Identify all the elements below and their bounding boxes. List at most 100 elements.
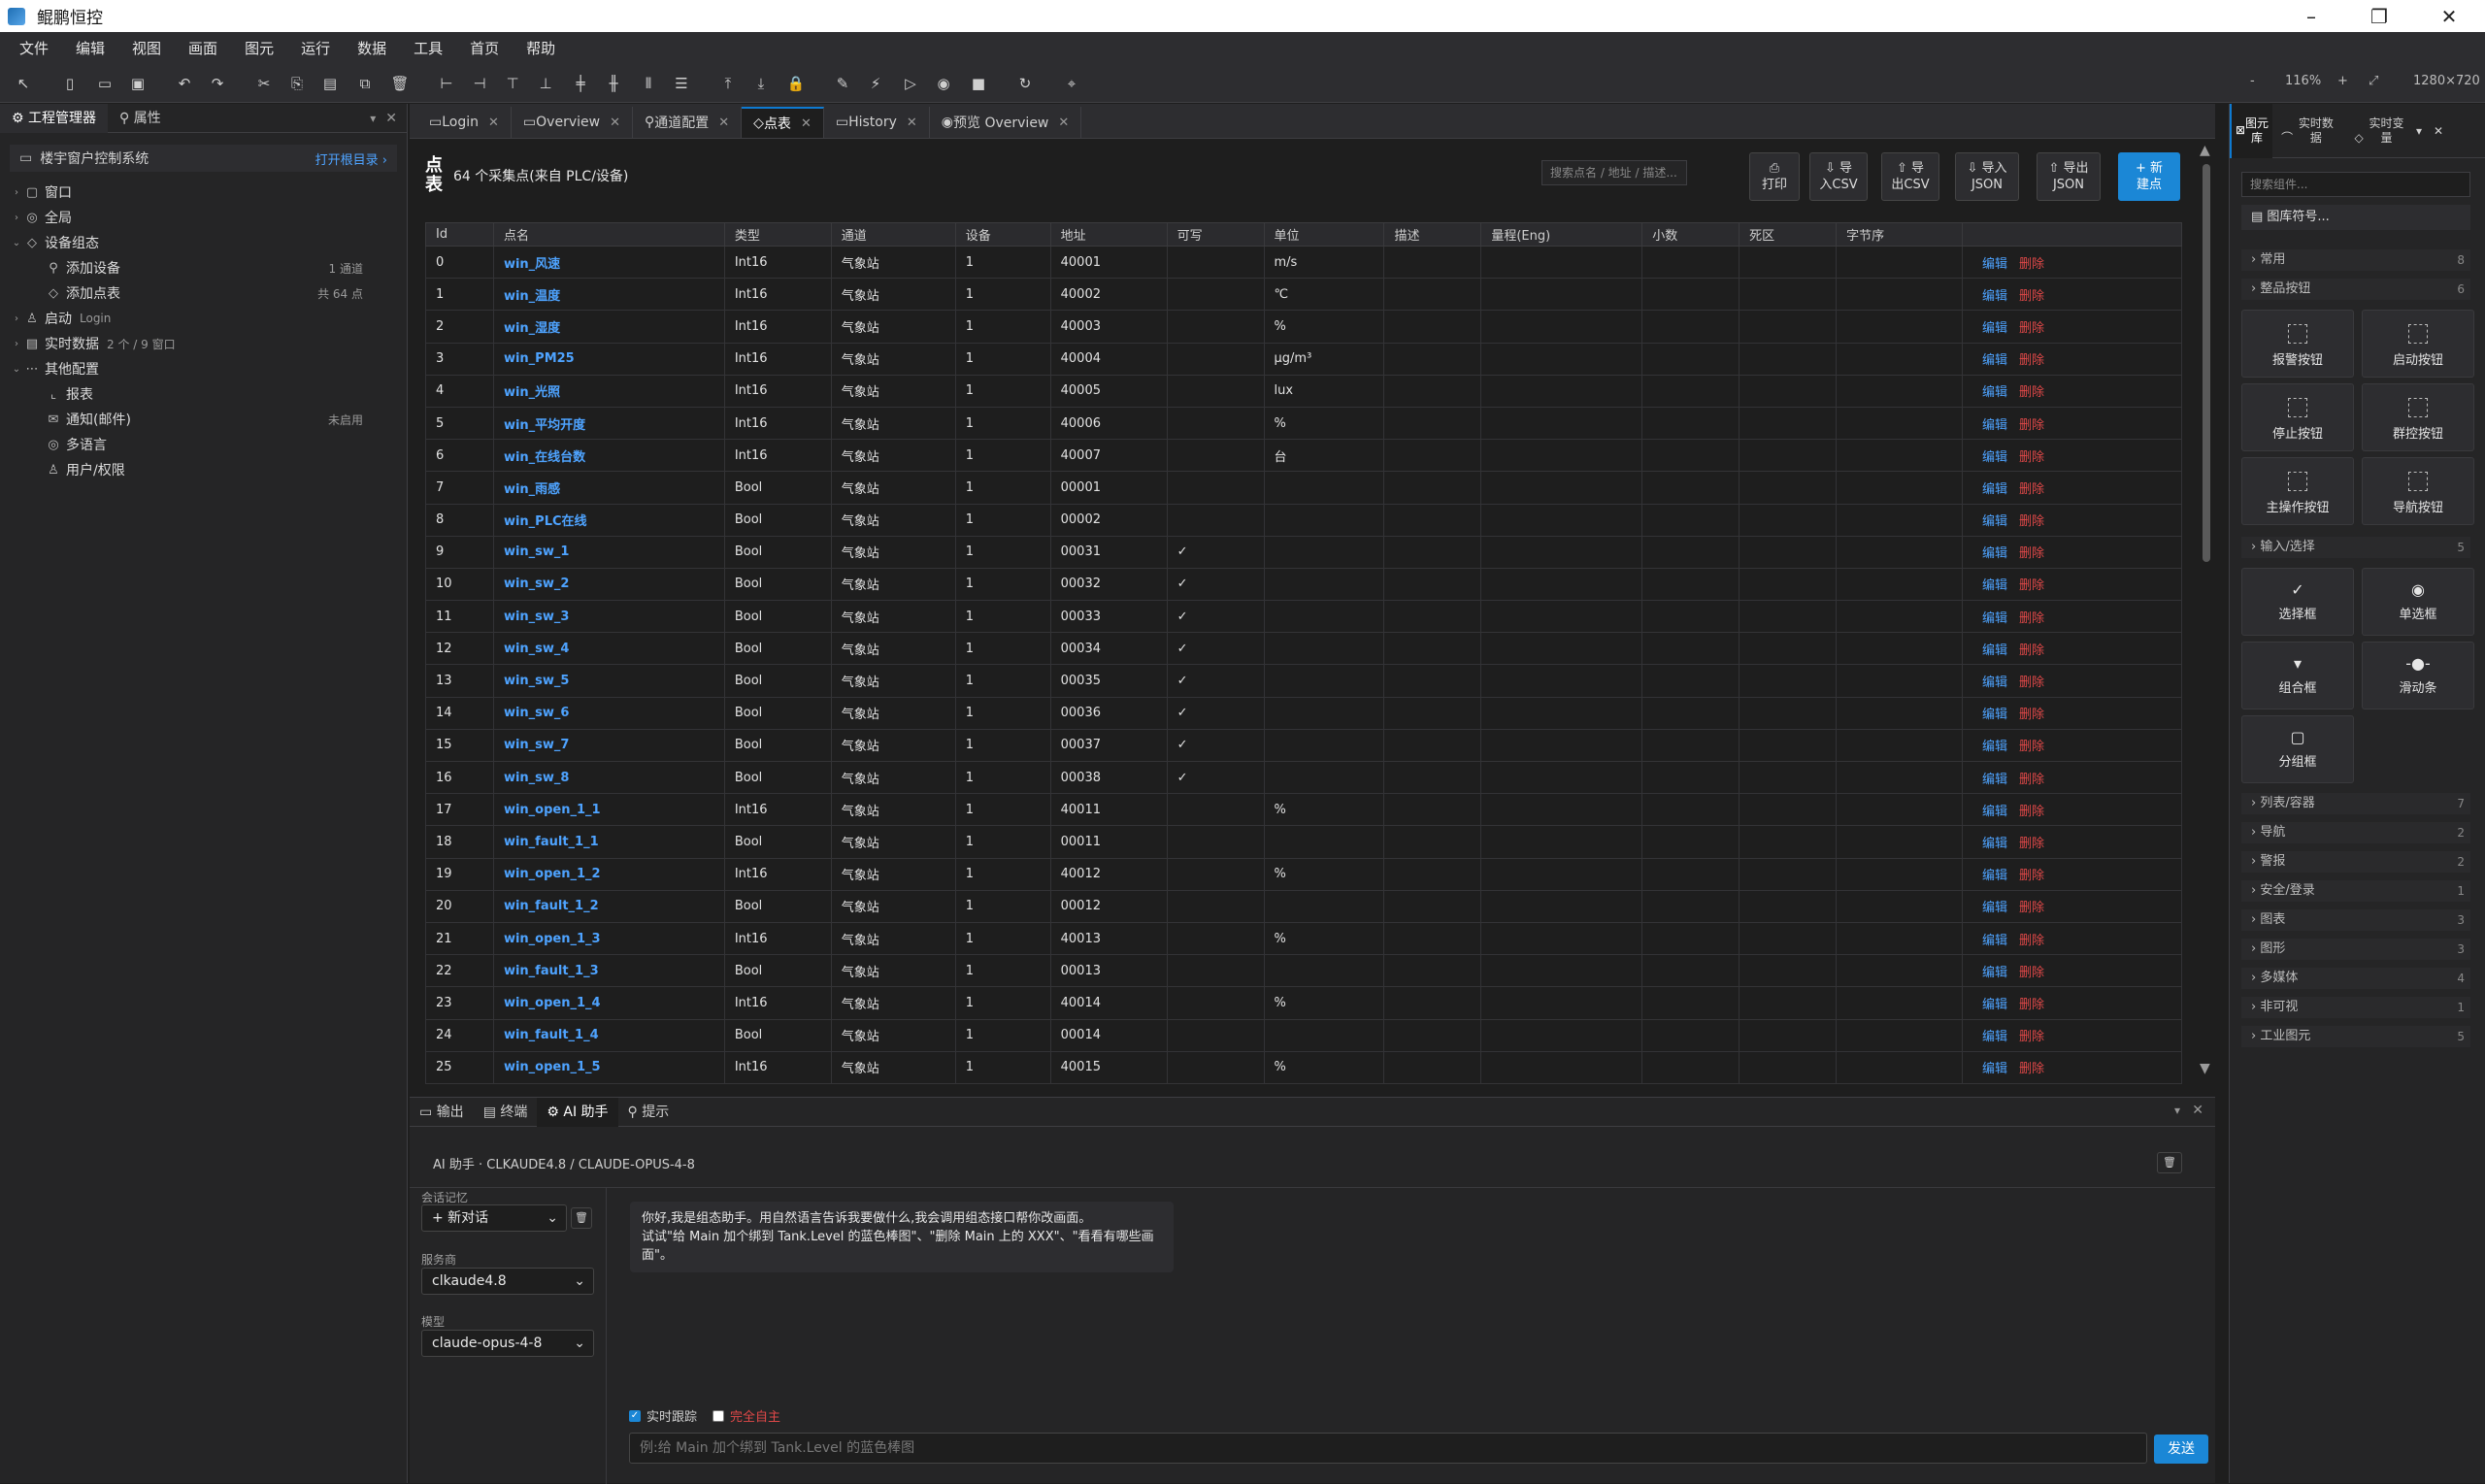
component-tile[interactable]: -●- 滑动条 <box>2362 642 2474 709</box>
point-name-link[interactable]: win_fault_1_4 <box>492 1018 725 1052</box>
menu-item[interactable]: 工具 <box>400 38 456 58</box>
edit-link[interactable]: 编辑 <box>1982 611 2007 626</box>
edit-link[interactable]: 编辑 <box>1982 1030 2007 1044</box>
column-header[interactable]: 地址 <box>1049 222 1168 247</box>
edit-link[interactable]: 编辑 <box>1982 514 2007 529</box>
tree-item[interactable]: › ♙ 启动 Login <box>0 306 407 331</box>
model-select[interactable]: claude-opus-4-8 ⌄ <box>421 1330 594 1357</box>
component-tile[interactable]: 群控按钮 <box>2362 383 2474 451</box>
category-header[interactable]: › 列表/容器 7 <box>2241 793 2470 814</box>
toolbar-button[interactable]: ⎙ 打印 <box>1749 152 1800 201</box>
distribute-h-icon[interactable]: ⫴ <box>637 72 660 95</box>
align-middle-icon[interactable]: ╫ <box>602 72 625 95</box>
edit-link[interactable]: 编辑 <box>1982 805 2007 819</box>
close-icon[interactable]: ✕ <box>610 115 620 130</box>
lock-icon[interactable]: 🔒 <box>784 72 808 95</box>
stop-icon[interactable]: ■ <box>967 72 990 95</box>
category-header[interactable]: › 安全/登录 1 <box>2241 880 2470 902</box>
column-header[interactable]: 类型 <box>723 222 832 247</box>
point-name-link[interactable]: win_sw_5 <box>492 664 725 698</box>
column-header[interactable]: 小数 <box>1641 222 1740 247</box>
edit-link[interactable]: 编辑 <box>1982 546 2007 561</box>
zoom-out-button[interactable]: - <box>2250 74 2255 88</box>
edit-link[interactable]: 编辑 <box>1982 901 2007 915</box>
table-row[interactable]: 22 win_fault_1_3 Bool 气象站 1 00013 编辑 删除 <box>425 954 2182 988</box>
tab-document[interactable]: ◇ 点表 ✕ <box>742 107 824 138</box>
edit-link[interactable]: 编辑 <box>1982 869 2007 883</box>
point-name-link[interactable]: win_平均开度 <box>492 406 725 441</box>
table-row[interactable]: 2 win_湿度 Int16 气象站 1 40003% 编辑 删除 <box>425 310 2182 344</box>
table-row[interactable]: 8 win_PLC在线 Bool 气象站 1 00002 编辑 删除 <box>425 503 2182 537</box>
edit-link[interactable]: 编辑 <box>1982 708 2007 722</box>
tab-bottom[interactable]: ▤ 终端 <box>474 1098 538 1127</box>
symbol-library-button[interactable]: ▤ 图库符号... <box>2241 205 2470 230</box>
table-row[interactable]: 23 win_open_1_4 Int16 气象站 1 40014% 编辑 删除 <box>425 986 2182 1020</box>
fit-screen-icon[interactable]: ⤢ <box>2369 74 2378 88</box>
point-name-link[interactable]: win_湿度 <box>492 310 725 344</box>
category-header[interactable]: › 非可视 1 <box>2241 997 2470 1018</box>
edit-link[interactable]: 编辑 <box>1982 353 2007 368</box>
column-header[interactable]: Id <box>425 222 494 247</box>
send-back-icon[interactable]: ⤓ <box>749 72 773 95</box>
cut-icon[interactable]: ✂ <box>252 72 276 95</box>
location-icon[interactable]: ⌖ <box>1060 72 1083 95</box>
new-file-icon[interactable]: ▯ <box>58 72 82 95</box>
category-header[interactable]: › 导航 2 <box>2241 822 2470 843</box>
column-header[interactable]: 设备 <box>954 222 1051 247</box>
delete-link[interactable]: 删除 <box>2019 321 2044 336</box>
delete-link[interactable]: 删除 <box>2019 1062 2044 1076</box>
point-name-link[interactable]: win_open_1_2 <box>492 857 725 891</box>
tree-item[interactable]: ⌄ ⋯ 其他配置 <box>0 356 407 381</box>
category-header[interactable]: › 警报 2 <box>2241 851 2470 873</box>
point-name-link[interactable]: win_fault_1_1 <box>492 825 725 859</box>
table-row[interactable]: 7 win_雨感 Bool 气象站 1 00001 编辑 删除 <box>425 471 2182 505</box>
align-bottom-icon[interactable]: ⊥ <box>534 72 557 95</box>
preview-icon[interactable]: ◉ <box>932 72 955 95</box>
delete-link[interactable]: 删除 <box>2019 708 2044 722</box>
menu-item[interactable]: 数据 <box>344 38 400 58</box>
scroll-down-icon[interactable]: ▼ <box>2200 1061 2213 1076</box>
paste-icon[interactable]: ▤ <box>318 72 342 95</box>
table-row[interactable]: 4 win_光照 Int16 气象站 1 40005 lux 编辑 删除 <box>425 374 2182 408</box>
edit-link[interactable]: 编辑 <box>1982 289 2007 304</box>
tab-bottom[interactable]: ▭ 输出 <box>410 1098 474 1127</box>
toolbar-button[interactable]: ⇧ 导出 JSON <box>2037 152 2101 201</box>
delete-link[interactable]: 删除 <box>2019 934 2044 948</box>
save-icon[interactable]: ▣ <box>126 72 149 95</box>
menu-item[interactable]: 帮助 <box>513 38 569 58</box>
redo-icon[interactable]: ↷ <box>206 72 229 95</box>
align-top-icon[interactable]: ⊤ <box>501 72 524 95</box>
tab-bottom[interactable]: ⚲ 提示 <box>618 1098 679 1127</box>
edit-link[interactable]: 编辑 <box>1982 450 2007 465</box>
delete-link[interactable]: 删除 <box>2019 773 2044 787</box>
provider-select[interactable]: clkaude4.8 ⌄ <box>421 1268 594 1295</box>
run-icon[interactable]: ▷ <box>899 72 922 95</box>
close-icon[interactable]: ✕ <box>718 115 729 130</box>
tree-item[interactable]: ⚲ 添加设备 1 通道 <box>0 255 407 280</box>
delete-link[interactable]: 删除 <box>2019 385 2044 400</box>
undo-icon[interactable]: ↶ <box>173 72 196 95</box>
component-tile[interactable]: ✓ 选择框 <box>2241 568 2354 636</box>
table-row[interactable]: 21 win_open_1_3 Int16 气象站 1 40013% 编辑 删除 <box>425 921 2182 956</box>
delete-link[interactable]: 删除 <box>2019 514 2044 529</box>
table-row[interactable]: 0 win_风速 Int16 气象站 1 40001 m/s 编辑 删除 <box>425 245 2182 280</box>
table-row[interactable]: 17 win_open_1_1 Int16 气象站 1 40011% 编辑 删除 <box>425 793 2182 827</box>
close-icon[interactable]: ✕ <box>907 115 917 130</box>
delete-link[interactable]: 删除 <box>2019 1030 2044 1044</box>
delete-link[interactable]: 删除 <box>2019 740 2044 754</box>
delete-link[interactable]: 删除 <box>2019 611 2044 626</box>
component-tile[interactable]: ◉ 单选框 <box>2362 568 2474 636</box>
tab-document[interactable]: ⚲ 通道配置 ✕ <box>633 107 743 138</box>
bring-front-icon[interactable]: ⤒ <box>716 72 740 95</box>
table-row[interactable]: 16 win_sw_8 Bool 气象站 1 00038 ✓ 编辑 删除 <box>425 760 2182 795</box>
column-header[interactable]: 字节序 <box>1836 222 1963 247</box>
duplicate-icon[interactable]: ⧉ <box>353 72 377 95</box>
menu-item[interactable]: 运行 <box>287 38 344 58</box>
table-row[interactable]: 20 win_fault_1_2 Bool 气象站 1 00012 编辑 删除 <box>425 889 2182 923</box>
scroll-up-icon[interactable]: ▲ <box>2200 143 2213 158</box>
edit-link[interactable]: 编辑 <box>1982 578 2007 593</box>
menu-item[interactable]: 首页 <box>456 38 513 58</box>
table-row[interactable]: 24 win_fault_1_4 Bool 气象站 1 00014 编辑 删除 <box>425 1018 2182 1052</box>
open-folder-icon[interactable]: ▭ <box>93 72 116 95</box>
column-header[interactable]: 单位 <box>1263 222 1385 247</box>
